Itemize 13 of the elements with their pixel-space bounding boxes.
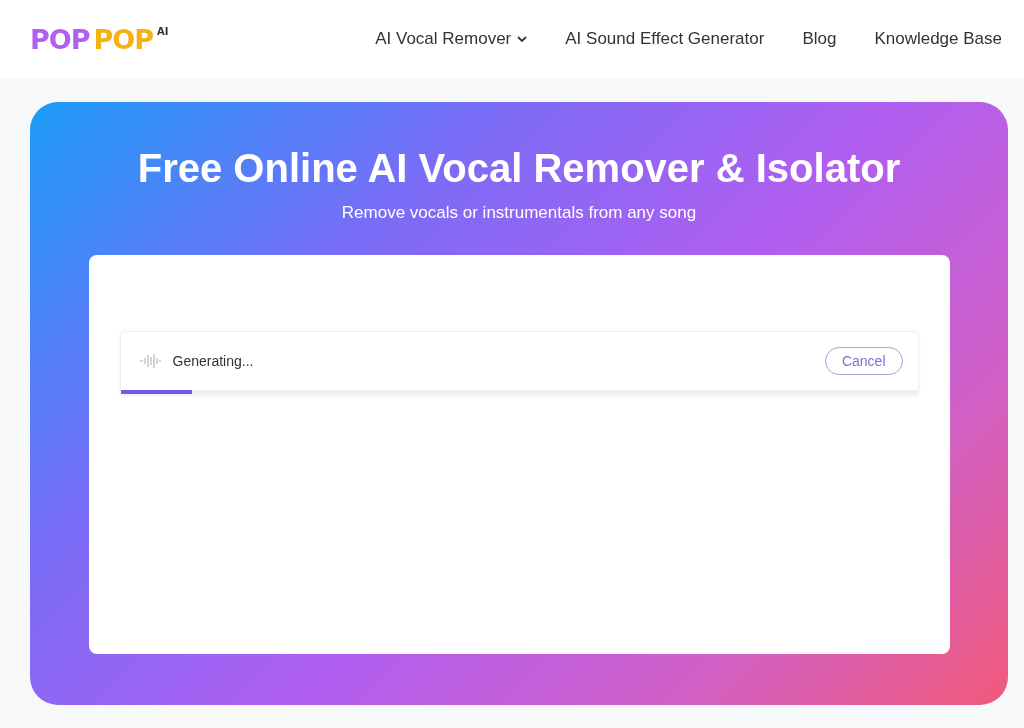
nav-link[interactable]: AI Sound Effect Generator [565, 29, 765, 49]
hero-subtitle: Remove vocals or instrumentals from any song [341, 203, 697, 223]
waveform-icon [138, 353, 161, 369]
nav-link[interactable]: Blog [802, 29, 837, 49]
logo-word: POP [30, 23, 90, 55]
status-text: Generating... [172, 353, 255, 369]
logo-suffix: AI [157, 25, 169, 37]
nav-link[interactable]: Knowledge Base [874, 29, 1002, 49]
cancel-button[interactable]: Cancel [824, 347, 903, 375]
logo-word: POP [93, 23, 154, 55]
nav-link[interactable]: AI Vocal Remover [375, 29, 528, 49]
hero-title: Free Online AI Vocal Remover & Isolator [137, 146, 901, 191]
chevron-down-icon [517, 36, 528, 42]
